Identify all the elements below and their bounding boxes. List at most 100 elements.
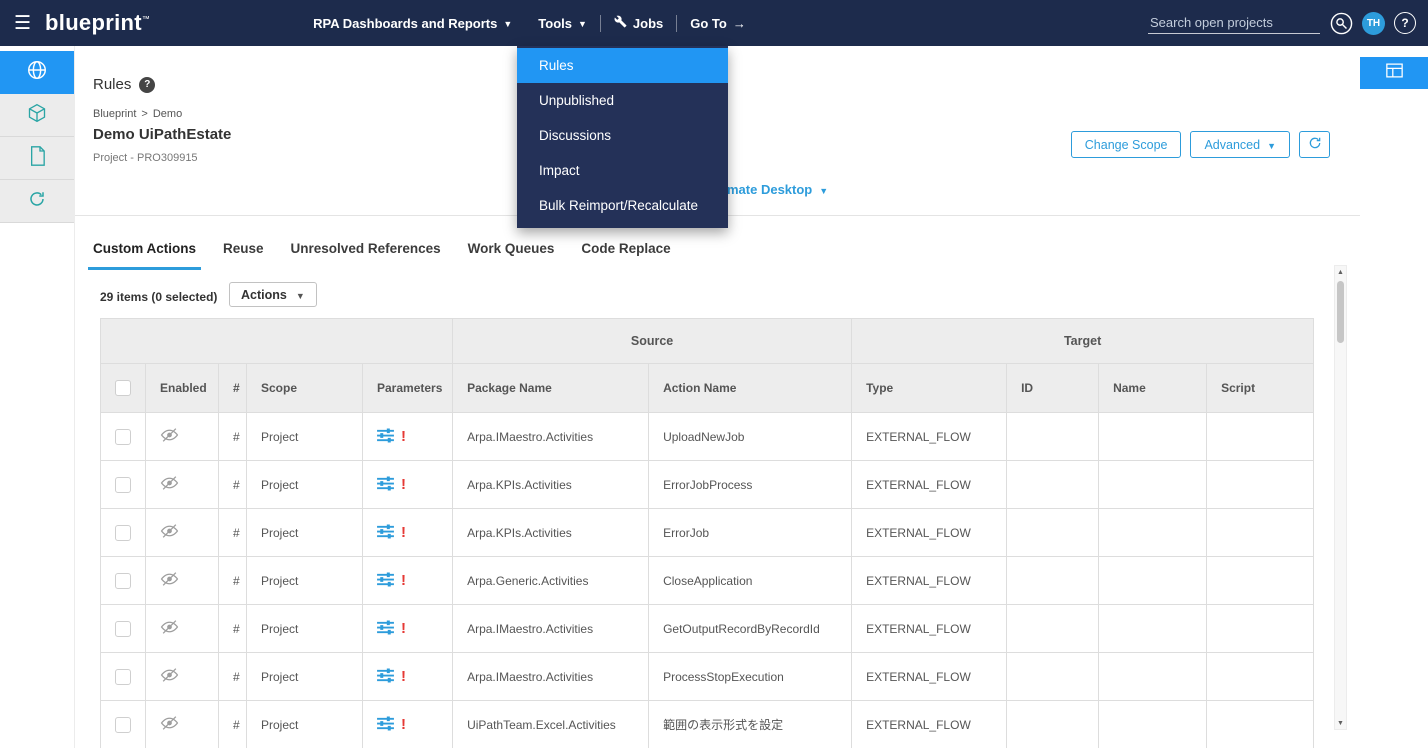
select-all-checkbox[interactable] <box>115 380 131 396</box>
cube-icon <box>27 103 47 128</box>
tab-work-queues[interactable]: Work Queues <box>463 236 560 270</box>
row-hash[interactable]: # <box>219 557 247 605</box>
actions-button[interactable]: Actions ▼ <box>229 282 317 307</box>
row-package-name: UiPathTeam.Excel.Activities <box>453 701 649 748</box>
top-navigation: RPA Dashboards and Reports ▼ Tools ▼ Job… <box>300 0 759 46</box>
parameters-icon[interactable] <box>377 428 394 446</box>
col-header-script: Script <box>1207 364 1314 413</box>
document-icon <box>29 146 46 171</box>
row-action-name: ErrorJob <box>649 509 852 557</box>
tab-unresolved-references[interactable]: Unresolved References <box>286 236 446 270</box>
tab-code-replace[interactable]: Code Replace <box>576 236 675 270</box>
row-checkbox[interactable] <box>115 717 131 733</box>
breadcrumb-current[interactable]: Demo <box>153 108 182 120</box>
left-rail <box>0 46 75 748</box>
visibility-off-icon[interactable] <box>160 427 179 446</box>
advanced-button[interactable]: Advanced ▼ <box>1190 131 1290 158</box>
parameters-icon[interactable] <box>377 524 394 542</box>
parameters-icon[interactable] <box>377 476 394 494</box>
row-hash[interactable]: # <box>219 701 247 748</box>
row-checkbox[interactable] <box>115 621 131 637</box>
row-name <box>1099 605 1207 653</box>
row-package-name: Arpa.IMaestro.Activities <box>453 605 649 653</box>
row-id <box>1007 509 1099 557</box>
arrow-right-icon: → <box>733 16 746 31</box>
nav-tools[interactable]: Tools ▼ <box>525 0 600 46</box>
row-id <box>1007 461 1099 509</box>
nav-goto-label: Go To <box>690 16 727 31</box>
chevron-down-icon: ▼ <box>578 19 587 29</box>
scrollbar-thumb[interactable] <box>1337 281 1344 343</box>
row-checkbox[interactable] <box>115 669 131 685</box>
row-script <box>1207 701 1314 748</box>
visibility-off-icon[interactable] <box>160 619 179 638</box>
rail-item-documents[interactable] <box>0 137 74 180</box>
parameters-icon[interactable] <box>377 620 394 638</box>
row-script <box>1207 413 1314 461</box>
row-action-name: ProcessStopExecution <box>649 653 852 701</box>
hamburger-menu-icon[interactable]: ☰ <box>14 12 31 35</box>
row-checkbox[interactable] <box>115 573 131 589</box>
visibility-off-icon[interactable] <box>160 523 179 542</box>
scroll-up-arrow[interactable]: ▲ <box>1335 266 1346 278</box>
rail-item-packages[interactable] <box>0 94 74 137</box>
desktop-view-link[interactable]: mate Desktop ▼ <box>727 182 828 197</box>
nav-goto[interactable]: Go To → <box>677 0 759 46</box>
parameters-warning-mark: ! <box>401 620 406 637</box>
panel-toggle-button[interactable] <box>1360 57 1428 89</box>
menu-item-bulk-reimport[interactable]: Bulk Reimport/Recalculate <box>517 188 728 223</box>
visibility-off-icon[interactable] <box>160 715 179 734</box>
menu-item-impact[interactable]: Impact <box>517 153 728 188</box>
parameters-icon[interactable] <box>377 572 394 590</box>
rail-item-refresh[interactable] <box>0 180 74 223</box>
col-header-hash: # <box>219 364 247 413</box>
search-icon[interactable] <box>1329 11 1353 35</box>
row-hash[interactable]: # <box>219 653 247 701</box>
row-scope: Project <box>247 653 363 701</box>
breadcrumb-home[interactable]: Blueprint <box>93 108 136 120</box>
user-avatar[interactable]: TH <box>1362 12 1385 35</box>
row-type: EXTERNAL_FLOW <box>852 557 1007 605</box>
tab-custom-actions[interactable]: Custom Actions <box>88 236 201 270</box>
rail-item-global[interactable] <box>0 51 74 94</box>
menu-item-unpublished[interactable]: Unpublished <box>517 83 728 118</box>
row-hash[interactable]: # <box>219 413 247 461</box>
visibility-off-icon[interactable] <box>160 475 179 494</box>
row-script <box>1207 557 1314 605</box>
refresh-button[interactable] <box>1299 131 1330 158</box>
chevron-down-icon: ▼ <box>1267 141 1276 151</box>
row-action-name: CloseApplication <box>649 557 852 605</box>
breadcrumb-separator: > <box>141 108 147 120</box>
row-checkbox[interactable] <box>115 525 131 541</box>
tab-reuse[interactable]: Reuse <box>218 236 269 270</box>
row-checkbox[interactable] <box>115 477 131 493</box>
topbar: ☰ blueprint™ RPA Dashboards and Reports … <box>0 0 1428 46</box>
parameters-icon[interactable] <box>377 716 394 734</box>
chevron-down-icon: ▼ <box>819 186 828 196</box>
project-id: Project - PRO309915 <box>93 152 198 164</box>
custom-actions-table: Source Target Enabled # Scope Parameters… <box>100 318 1314 748</box>
nav-rpa-dashboards[interactable]: RPA Dashboards and Reports ▼ <box>300 0 525 46</box>
row-hash[interactable]: # <box>219 605 247 653</box>
nav-jobs-label: Jobs <box>633 16 663 31</box>
menu-item-discussions[interactable]: Discussions <box>517 118 728 153</box>
row-scope: Project <box>247 509 363 557</box>
visibility-off-icon[interactable] <box>160 571 179 590</box>
row-scope: Project <box>247 413 363 461</box>
row-checkbox[interactable] <box>115 429 131 445</box>
nav-jobs[interactable]: Jobs <box>601 0 676 46</box>
change-scope-button[interactable]: Change Scope <box>1071 131 1182 158</box>
topbar-right: TH ? <box>1148 11 1416 35</box>
vertical-scrollbar[interactable]: ▲ ▼ <box>1334 265 1347 730</box>
change-scope-label: Change Scope <box>1085 138 1168 152</box>
visibility-off-icon[interactable] <box>160 667 179 686</box>
search-input[interactable] <box>1148 12 1320 34</box>
row-hash[interactable]: # <box>219 461 247 509</box>
page-help-icon[interactable]: ? <box>139 77 155 93</box>
help-icon[interactable]: ? <box>1394 12 1416 34</box>
app-logo: blueprint™ <box>45 10 150 36</box>
scroll-down-arrow[interactable]: ▼ <box>1335 717 1346 729</box>
parameters-icon[interactable] <box>377 668 394 686</box>
row-hash[interactable]: # <box>219 509 247 557</box>
menu-item-rules[interactable]: Rules <box>517 48 728 83</box>
